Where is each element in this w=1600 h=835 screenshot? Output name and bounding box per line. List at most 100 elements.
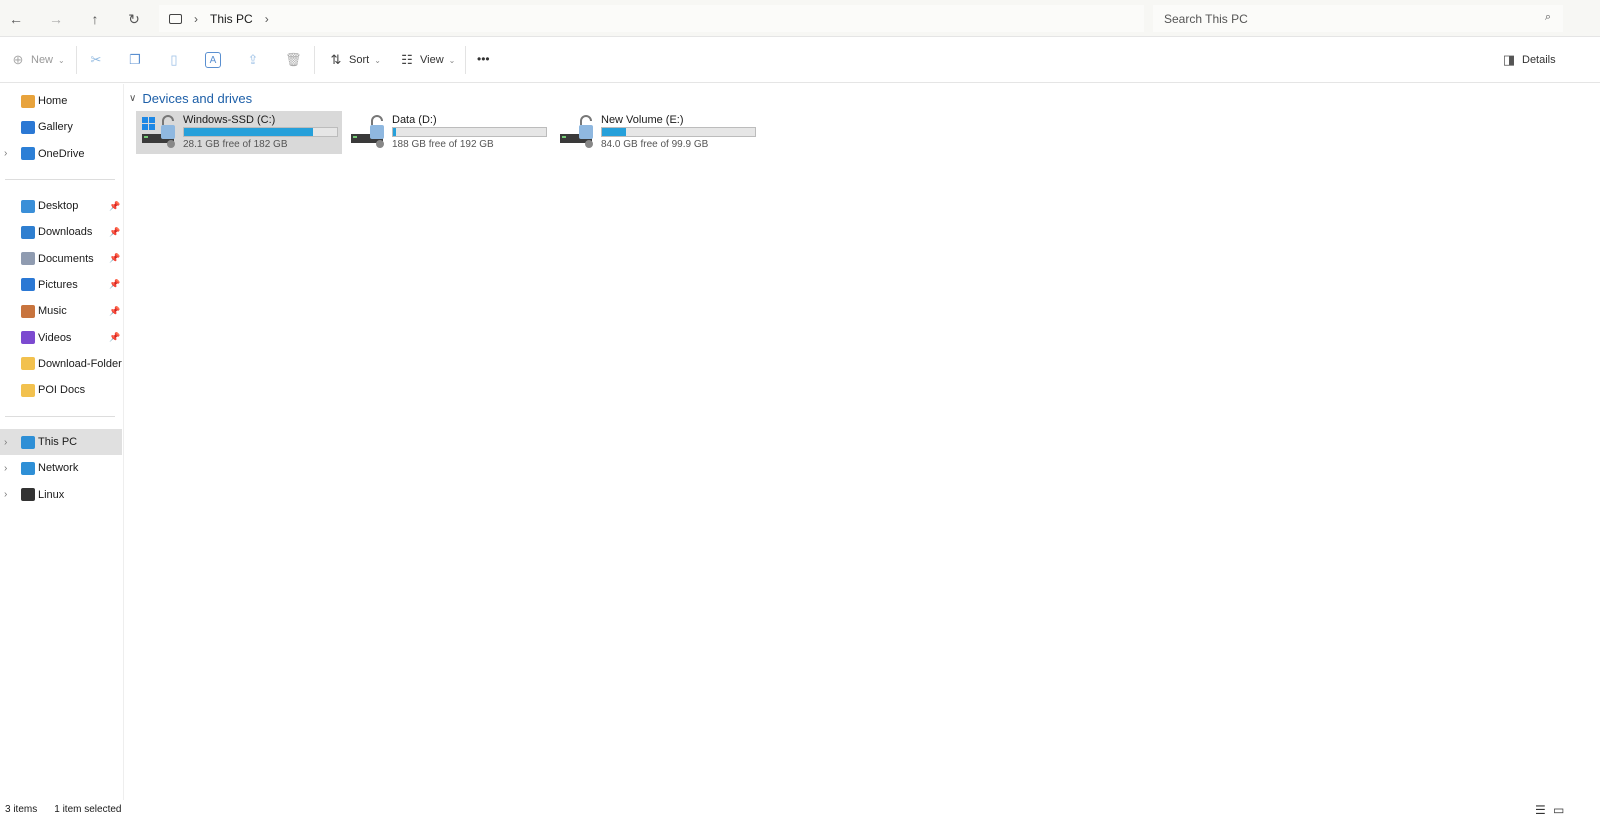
drive-usage-fill xyxy=(393,128,397,136)
breadcrumb-chevron-icon[interactable]: › xyxy=(265,12,269,26)
search-icon: ⌕ xyxy=(1544,11,1551,23)
chevron-down-icon: ∨ xyxy=(129,93,137,104)
rename-button[interactable]: A xyxy=(205,52,221,68)
trash-icon: 🗑 xyxy=(285,52,302,67)
drive-usage-bar xyxy=(601,127,756,137)
item-count: 3 items xyxy=(5,804,38,815)
divider xyxy=(314,46,315,74)
chevron-right-icon[interactable]: › xyxy=(4,489,7,500)
chevron-down-icon: ⌄ xyxy=(58,55,65,65)
windows-drive-icon xyxy=(142,115,175,148)
plus-circle-icon: ⊕ xyxy=(12,52,24,67)
drive-free-space: 28.1 GB free of 182 GB xyxy=(183,139,288,150)
view-button[interactable]: ☷ View ⌄ xyxy=(399,52,455,68)
sidebar-item-documents[interactable]: Documents 📌 xyxy=(0,246,122,272)
drive-name: Windows-SSD (C:) xyxy=(183,114,276,126)
chevron-down-icon: ⌄ xyxy=(448,55,456,65)
sidebar-item-label: Desktop xyxy=(38,200,79,212)
section-title: Devices and drives xyxy=(142,91,253,106)
sidebar-item-label: Linux xyxy=(38,488,65,501)
refresh-button[interactable]: ↻ xyxy=(124,9,144,29)
drive-usage-fill xyxy=(184,128,314,136)
pictures-icon xyxy=(21,278,35,292)
drive-name: New Volume (E:) xyxy=(601,114,684,126)
up-button[interactable]: ↑ xyxy=(85,9,105,29)
sort-label: Sort xyxy=(349,54,370,66)
home-icon xyxy=(21,94,35,108)
sidebar-item-onedrive[interactable]: › OneDrive xyxy=(0,141,122,167)
drive-free-space: 84.0 GB free of 99.9 GB xyxy=(601,139,709,150)
details-label: Details xyxy=(1522,54,1556,66)
section-header-devices[interactable]: ∨ Devices and drives xyxy=(129,91,252,106)
sidebar-item-gallery[interactable]: Gallery xyxy=(0,114,122,140)
share-button[interactable]: ⇪ xyxy=(245,52,261,68)
pin-icon: 📌 xyxy=(109,332,121,342)
paste-button[interactable]: ▯ xyxy=(166,52,182,68)
rename-icon: A xyxy=(205,52,221,68)
sidebar-item-download-folder[interactable]: Download-Folder xyxy=(0,351,122,377)
sidebar-item-label: Music xyxy=(38,305,67,318)
music-icon xyxy=(21,304,35,318)
delete-button[interactable]: 🗑 xyxy=(285,52,302,68)
copy-icon: ❐ xyxy=(129,52,141,67)
drive-tile[interactable]: Data (D:) 188 GB free of 192 GB xyxy=(345,111,551,154)
chevron-down-icon: ⌄ xyxy=(374,55,381,65)
downloads-icon xyxy=(21,225,35,239)
divider xyxy=(465,46,466,74)
breadcrumb-separator-icon: › xyxy=(194,11,198,26)
sidebar-item-home[interactable]: Home xyxy=(0,88,122,114)
sidebar-item-pictures[interactable]: Pictures 📌 xyxy=(0,272,122,298)
sidebar-item-label: Gallery xyxy=(38,121,73,134)
sidebar-item-downloads[interactable]: Downloads 📌 xyxy=(0,219,122,245)
network-icon xyxy=(21,461,35,475)
status-bar: 3 items 1 item selected xyxy=(5,804,122,815)
back-button[interactable]: ← xyxy=(6,9,26,29)
documents-icon xyxy=(21,252,35,266)
desktop-icon xyxy=(21,199,35,213)
chevron-right-icon[interactable]: › xyxy=(4,463,7,474)
drive-tile[interactable]: New Volume (E:) 84.0 GB free of 99.9 GB xyxy=(554,111,760,154)
search-input[interactable]: Search This PC ⌕ xyxy=(1153,5,1563,32)
drive-tile[interactable]: Windows-SSD (C:) 28.1 GB free of 182 GB xyxy=(136,111,342,154)
divider xyxy=(5,416,115,417)
sidebar-item-network[interactable]: › Network xyxy=(0,455,122,481)
details-button[interactable]: ◨ Details xyxy=(1501,52,1556,68)
new-button[interactable]: ⊕ New ⌄ xyxy=(10,52,65,68)
more-options-button[interactable]: ••• xyxy=(477,52,490,66)
sidebar-item-label: OneDrive xyxy=(38,147,85,160)
sidebar-item-poi-docs[interactable]: POI Docs xyxy=(0,377,122,403)
sidebar-item-this-pc[interactable]: › This PC xyxy=(0,429,122,455)
sidebar-item-linux[interactable]: › Linux xyxy=(0,482,122,508)
breadcrumb-this-pc[interactable]: This PC xyxy=(210,12,253,26)
details-pane-icon: ◨ xyxy=(1502,52,1516,67)
command-bar: ⊕ New ⌄ ✂ ❐ ▯ A ⇪ 🗑 ⇅ Sort ⌄ ☷ View ⌄ ••• ◨ Det… xyxy=(0,38,1600,83)
pin-icon: 📌 xyxy=(109,305,121,316)
sidebar-item-desktop[interactable]: Desktop 📌 xyxy=(0,193,122,219)
sort-button[interactable]: ⇅ Sort ⌄ xyxy=(328,52,381,68)
tiles-view-button[interactable]: ▭ xyxy=(1553,803,1564,817)
details-view-button[interactable]: ☰ xyxy=(1535,803,1546,817)
share-icon: ⇪ xyxy=(247,52,259,67)
view-icon: ☷ xyxy=(401,52,413,67)
new-label: New xyxy=(31,54,54,66)
address-bar[interactable]: › This PC › xyxy=(159,5,1144,32)
drive-usage-bar xyxy=(392,127,547,137)
drive-usage-bar xyxy=(183,127,338,137)
linux-icon xyxy=(21,488,35,502)
chevron-right-icon[interactable]: › xyxy=(4,148,7,159)
drive-free-space: 188 GB free of 192 GB xyxy=(392,139,494,150)
drive-name: Data (D:) xyxy=(392,114,437,126)
sidebar-item-videos[interactable]: Videos 📌 xyxy=(0,325,122,351)
pin-icon: 📌 xyxy=(109,253,121,264)
forward-button[interactable]: → xyxy=(46,9,66,29)
sidebar-item-music[interactable]: Music 📌 xyxy=(0,298,122,324)
divider xyxy=(76,46,77,74)
cut-button[interactable]: ✂ xyxy=(88,52,104,68)
divider xyxy=(5,179,115,180)
gallery-icon xyxy=(21,120,35,134)
copy-button[interactable]: ❐ xyxy=(127,52,143,68)
computer-icon xyxy=(169,13,182,24)
pin-icon: 📌 xyxy=(109,200,121,211)
this-pc-icon xyxy=(21,435,35,449)
chevron-right-icon[interactable]: › xyxy=(4,437,7,448)
